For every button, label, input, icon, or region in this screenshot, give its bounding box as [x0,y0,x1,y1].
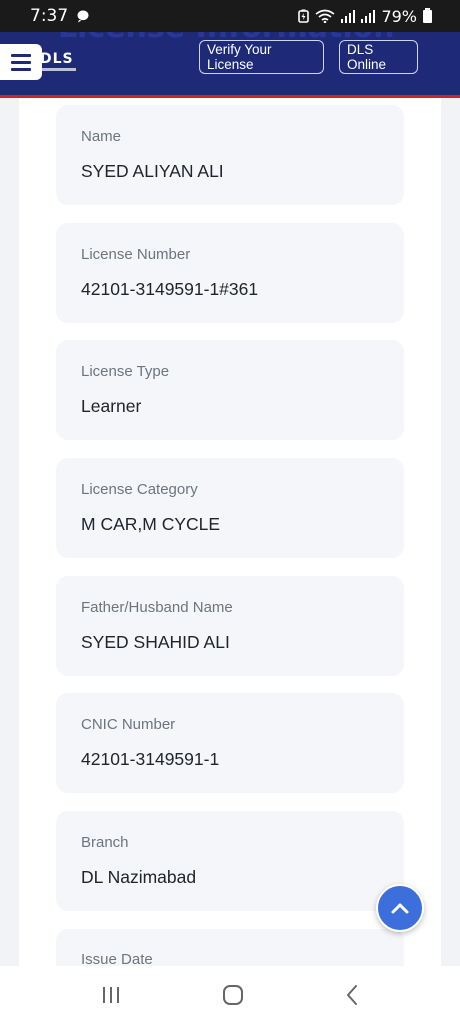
status-time: 7:37 [30,6,69,26]
field-label: License Category [81,481,198,498]
field-label: CNIC Number [81,716,176,733]
field-license-type: License Type Learner [56,340,404,440]
chevron-up-icon [391,903,409,914]
field-value: M CAR,M CYCLE [81,514,221,534]
back-icon[interactable] [344,984,360,1006]
field-label: License Number [81,246,191,263]
field-value: SYED SHAHID ALI [81,632,230,652]
home-icon[interactable] [222,984,244,1006]
field-value: Learner [81,396,142,416]
field-issue-date: Issue Date [56,929,404,968]
field-value: 42101-3149591-1#361 [81,279,259,299]
scroll-to-top-button[interactable] [376,884,424,932]
field-name: Name SYED ALIYAN ALI [56,105,404,205]
menu-button[interactable] [0,44,42,80]
field-branch: Branch DL Nazimabad [56,811,404,911]
field-label: License Type [81,363,170,380]
hamburger-icon [11,53,31,57]
field-value: SYED ALIYAN ALI [81,161,224,181]
battery-percent: 79% [381,6,417,26]
status-right: 79% [298,7,432,26]
status-bar: 7:37 79% [0,0,460,32]
field-value: 42101-3149591-1 [81,749,220,769]
logo-underline [40,68,76,71]
field-label: Father/Husband Name [81,599,233,616]
battery-icon [423,7,432,23]
field-label: Name [81,128,122,145]
field-father-husband-name: Father/Husband Name SYED SHAHID ALI [56,576,404,676]
wifi-icon [315,9,335,23]
field-label: Branch [81,834,129,851]
signal-icon-2 [361,10,376,23]
license-info-card: Name SYED ALIYAN ALI License Number 4210… [19,98,441,968]
system-nav-bar [0,966,460,1024]
recents-icon[interactable] [100,985,122,1005]
verify-license-button[interactable]: Verify Your License [199,40,324,74]
battery-saver-icon [298,9,310,23]
field-license-number: License Number 42101-3149591-1#361 [56,223,404,323]
field-license-category: License Category M CAR,M CYCLE [56,458,404,558]
chat-notification-icon [77,10,89,23]
signal-icon [341,10,356,23]
dls-online-button[interactable]: DLS Online [339,40,418,74]
dls-logo: DLS [40,51,74,67]
status-left: 7:37 [30,6,90,26]
field-cnic-number: CNIC Number 42101-3149591-1 [56,693,404,793]
app-header: License Information DLS Verify Your Lice… [0,32,460,98]
field-value: DL Nazimabad [81,867,197,887]
